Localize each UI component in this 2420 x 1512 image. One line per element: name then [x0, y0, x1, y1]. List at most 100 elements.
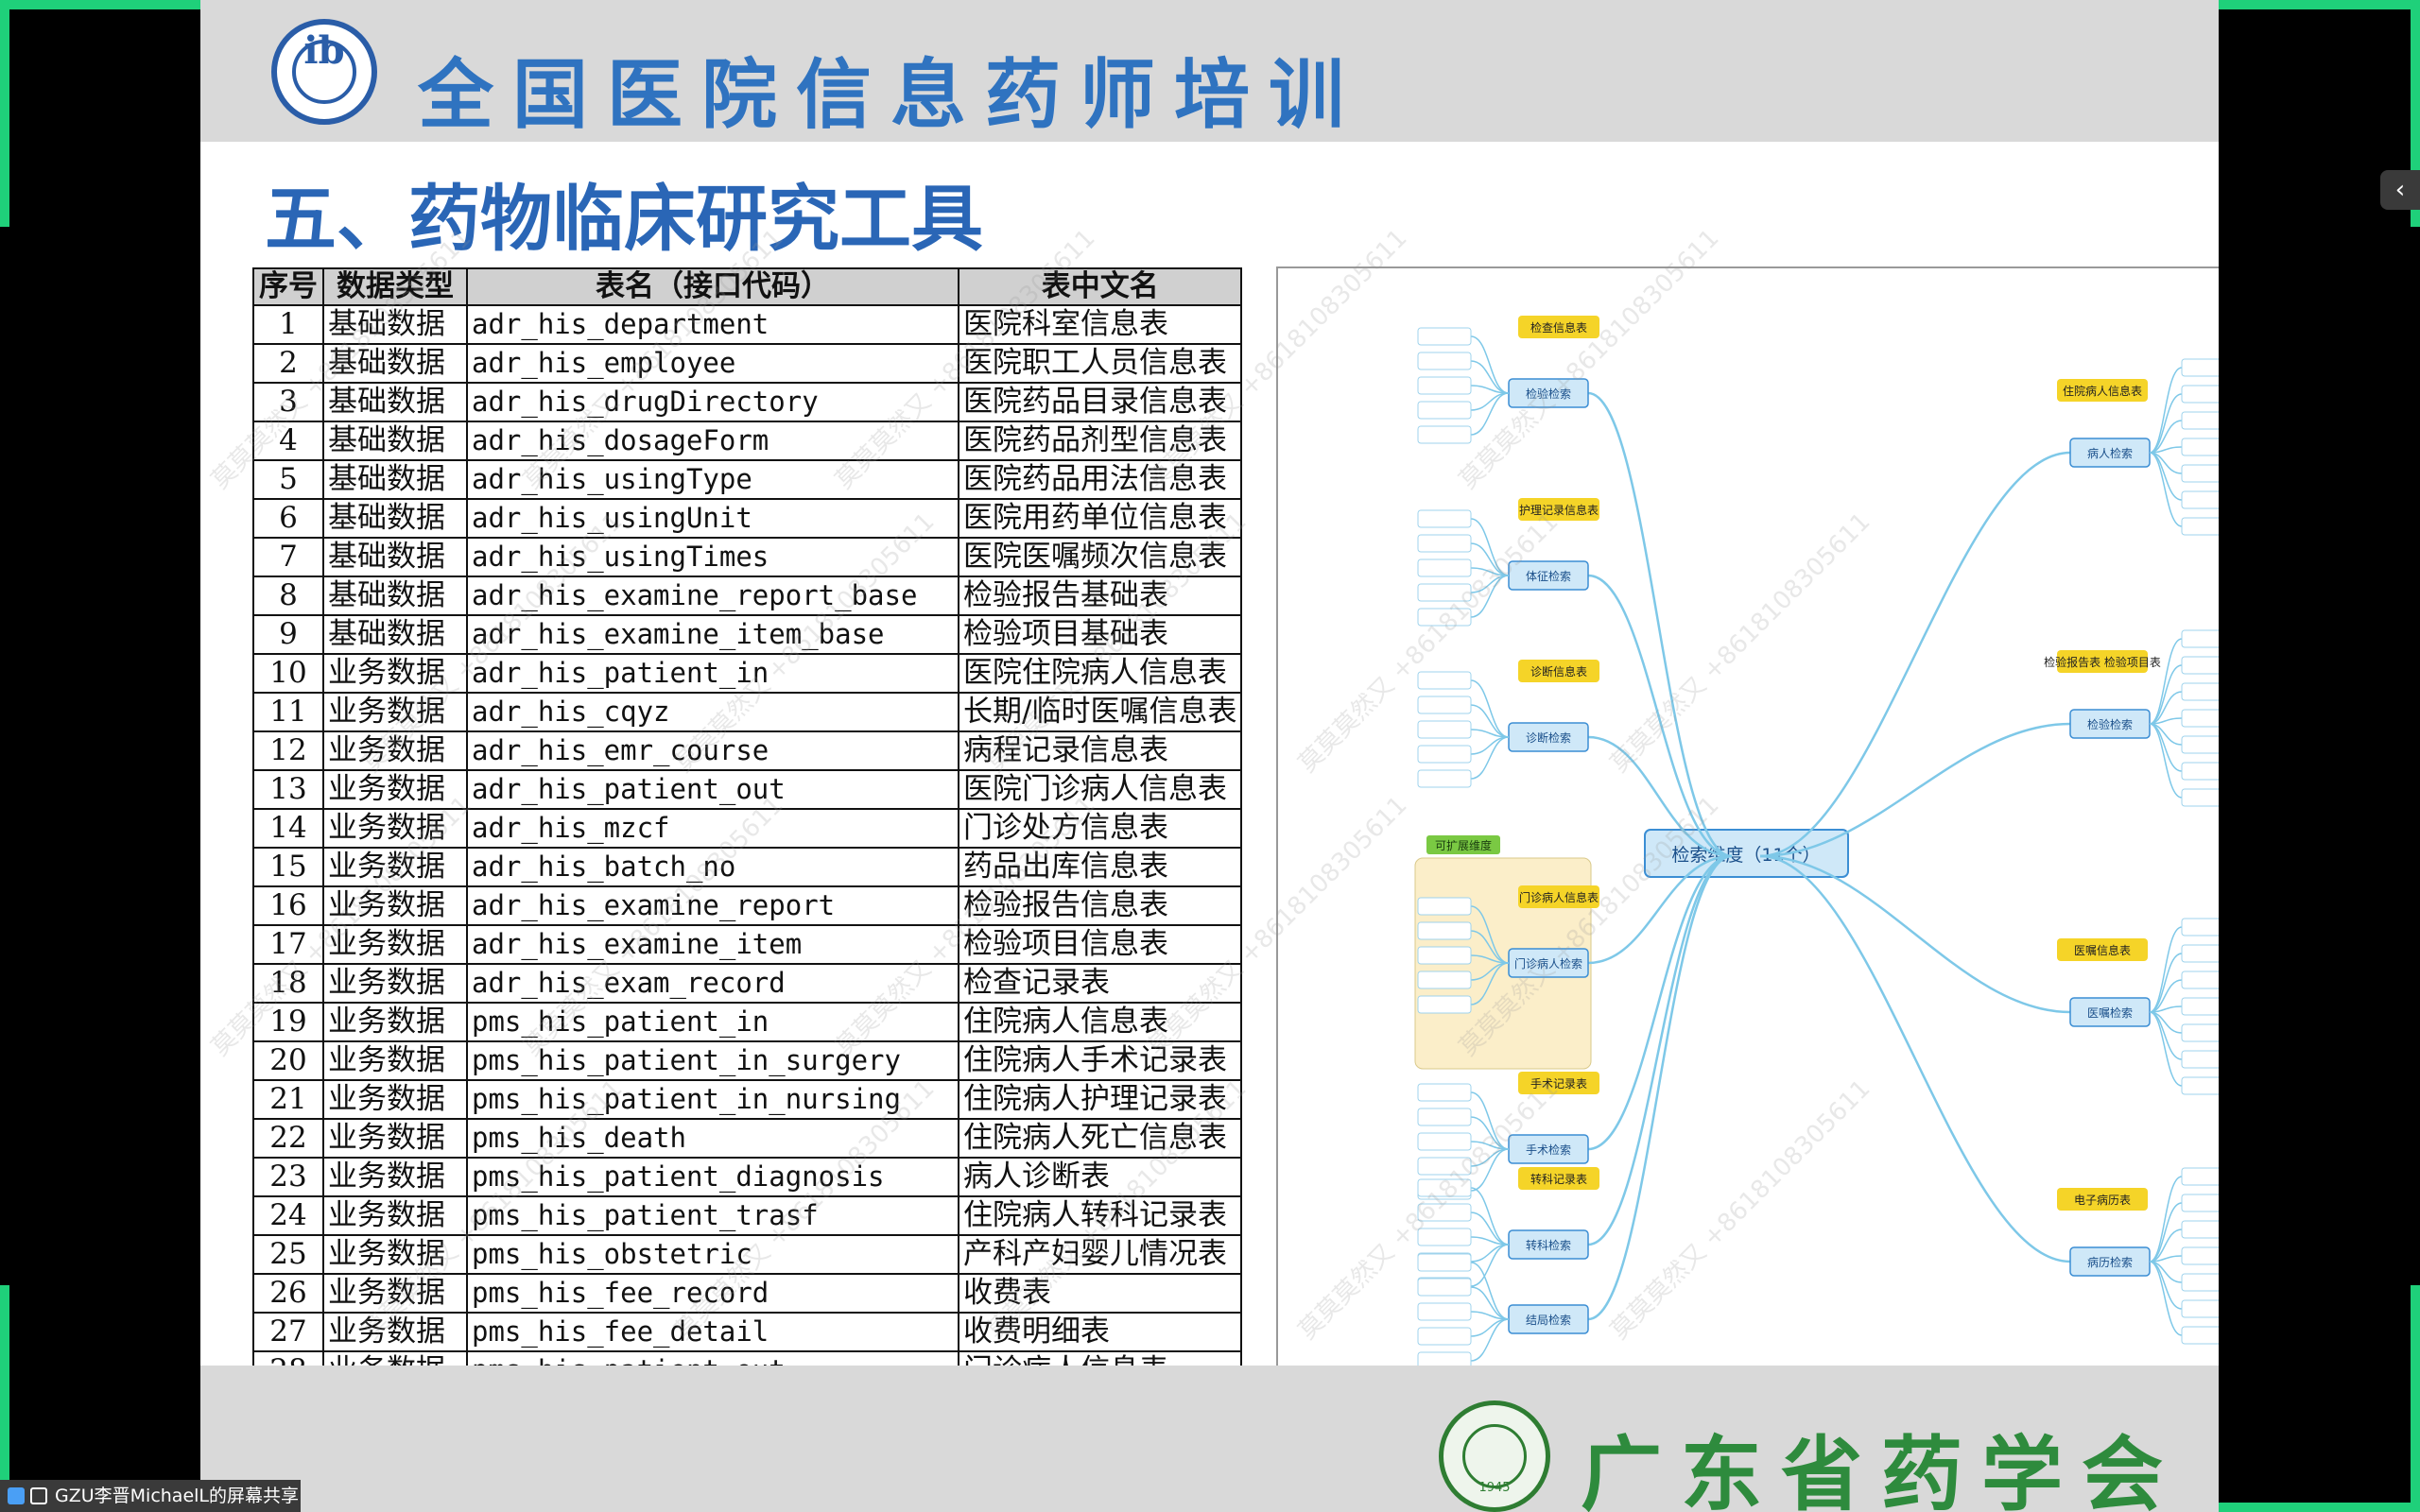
leaf-line — [1470, 679, 1510, 738]
leaf-node — [2181, 682, 2219, 701]
branch-node-label: 病历检索 — [2087, 1255, 2133, 1269]
row-table-code: adr_his_patient_in — [466, 653, 959, 694]
row-index: 26 — [252, 1273, 324, 1314]
share-frame-corner-br — [2193, 1503, 2420, 1512]
branch-tag-label: 护理记录信息表 — [1519, 503, 1599, 517]
leaf-line — [1470, 1091, 1510, 1150]
leaf-line — [1470, 1244, 1510, 1263]
leaf-line — [1470, 1148, 1510, 1192]
row-table-code: pms_his_patient_in_nursing — [466, 1079, 959, 1120]
table-row: 19 业务数据 pms_his_patient_in 住院病人信息表 — [252, 1002, 1243, 1042]
leaf-node — [2181, 385, 2219, 404]
leaf-line — [1470, 392, 1510, 436]
society-seal: 1945 — [1439, 1400, 1550, 1512]
leaf-node — [1417, 671, 1472, 690]
row-table-name: 医院用药单位信息表 — [957, 498, 1243, 539]
row-index: 4 — [252, 421, 324, 461]
leaf-node — [1417, 1132, 1472, 1151]
row-table-name: 病程记录信息表 — [957, 730, 1243, 771]
collapse-panel-button[interactable]: ‹ — [2380, 170, 2420, 210]
row-table-name: 住院病人信息表 — [957, 1002, 1243, 1042]
row-index: 21 — [252, 1079, 324, 1120]
leaf-line — [1470, 575, 1510, 618]
row-table-code: adr_his_usingUnit — [466, 498, 959, 539]
mindmap-diagram: 可扩展维度 检索维度（11个）检验检索检查信息表体征检索护理记录信息表诊断检索诊断… — [1414, 316, 2219, 1370]
row-data-type: 业务数据 — [322, 769, 468, 810]
leaf-node — [2181, 1273, 2219, 1292]
row-data-type: 业务数据 — [322, 730, 468, 771]
table-row: 3 基础数据 adr_his_drugDirectory 医院药品目录信息表 — [252, 382, 1243, 422]
row-index: 13 — [252, 769, 324, 810]
leaf-node — [1417, 1302, 1472, 1321]
screen-share-bar[interactable]: GZU李晋MichaelL的屏幕共享 — [0, 1480, 301, 1512]
leaf-line — [1470, 1187, 1510, 1246]
leaf-node — [1417, 1108, 1472, 1126]
row-data-type: 基础数据 — [322, 459, 468, 500]
row-data-type: 基础数据 — [322, 614, 468, 655]
leaf-node — [1417, 1157, 1472, 1176]
column-header: 序号 — [252, 267, 324, 306]
branch-tag-label: 检验报告表 检验项目表 — [2044, 655, 2161, 669]
branch-line — [1587, 854, 1733, 1246]
branch-node-label: 诊断检索 — [1526, 730, 1571, 745]
branch-line — [1587, 854, 1733, 1321]
leaf-node — [2181, 709, 2219, 728]
row-index: 25 — [252, 1234, 324, 1275]
row-table-code: adr_his_emr_course — [466, 730, 959, 771]
table-row: 13 业务数据 adr_his_patient_out 医院门诊病人信息表 — [252, 769, 1243, 810]
row-index: 14 — [252, 808, 324, 849]
row-table-code: pms_his_patient_trasf — [466, 1195, 959, 1236]
leaf-node — [1417, 1278, 1472, 1297]
row-table-code: pms_his_fee_detail — [466, 1312, 959, 1352]
row-index: 9 — [252, 614, 324, 655]
slide-header: ib 全国医院信息药师培训 — [200, 0, 2219, 142]
leaf-line — [1470, 1262, 1510, 1320]
row-index: 18 — [252, 963, 324, 1004]
table-row: 2 基础数据 adr_his_employee 医院职工人员信息表 — [252, 343, 1243, 384]
leaf-node — [2181, 656, 2219, 675]
branch-tag-label: 医嘱信息表 — [2074, 943, 2131, 957]
row-table-name: 医院药品目录信息表 — [957, 382, 1243, 422]
branch-tag-label: 转科记录表 — [1530, 1172, 1587, 1186]
row-data-type: 业务数据 — [322, 1273, 468, 1314]
row-table-name: 检验报告基础表 — [957, 576, 1243, 616]
row-table-name: 长期/临时医嘱信息表 — [957, 692, 1243, 732]
leaf-line — [2149, 1176, 2183, 1263]
row-index: 8 — [252, 576, 324, 616]
footer-title: 广东省药学会 — [1581, 1428, 2182, 1512]
leaf-node — [1417, 769, 1472, 788]
branch-tag-label: 诊断信息表 — [1530, 664, 1587, 679]
row-table-code: pms_his_obstetric — [466, 1234, 959, 1275]
row-index: 17 — [252, 924, 324, 965]
leaf-node — [1417, 608, 1472, 627]
column-header: 数据类型 — [322, 267, 468, 306]
share-frame-corner-tr — [2193, 0, 2420, 9]
table-row: 18 业务数据 adr_his_exam_record 检查记录表 — [252, 963, 1243, 1004]
data-table: 序号 数据类型 表名（接口代码） 表中文名 1 基础数据 adr_his_depar… — [252, 267, 1243, 1391]
row-table-code: adr_his_examine_report_base — [466, 576, 959, 616]
table-row: 6 基础数据 adr_his_usingUnit 医院用药单位信息表 — [252, 498, 1243, 539]
table-row: 9 基础数据 adr_his_examine_item_base 检验项目基础表 — [252, 614, 1243, 655]
leaf-line — [1470, 518, 1510, 576]
row-index: 1 — [252, 304, 324, 345]
leaf-node — [2181, 358, 2219, 377]
table-row: 22 业务数据 pms_his_death 住院病人死亡信息表 — [252, 1118, 1243, 1159]
leaf-line — [1470, 736, 1510, 780]
row-table-code: adr_his_examine_item_base — [466, 614, 959, 655]
share-frame-corner-bl-v — [0, 1285, 9, 1512]
leaf-node — [2181, 490, 2219, 509]
share-frame-corner-tl — [0, 0, 227, 9]
leaf-node — [2181, 1220, 2219, 1239]
table-row: 20 业务数据 pms_his_patient_in_surgery 住院病人手术记录… — [252, 1040, 1243, 1081]
table-row: 26 业务数据 pms_his_fee_record 收费表 — [252, 1273, 1243, 1314]
leaf-node — [2181, 1023, 2219, 1042]
row-table-code: adr_his_dosageForm — [466, 421, 959, 461]
leaf-node — [2181, 411, 2219, 430]
leaf-node — [1417, 558, 1472, 577]
table-row: 15 业务数据 adr_his_batch_no 药品出库信息表 — [252, 847, 1243, 887]
table-row: 14 业务数据 adr_his_mzcf 门诊处方信息表 — [252, 808, 1243, 849]
row-table-code: adr_his_employee — [466, 343, 959, 384]
leaf-node — [2181, 788, 2219, 807]
row-data-type: 业务数据 — [322, 1002, 468, 1042]
leaf-line — [2149, 367, 2183, 454]
